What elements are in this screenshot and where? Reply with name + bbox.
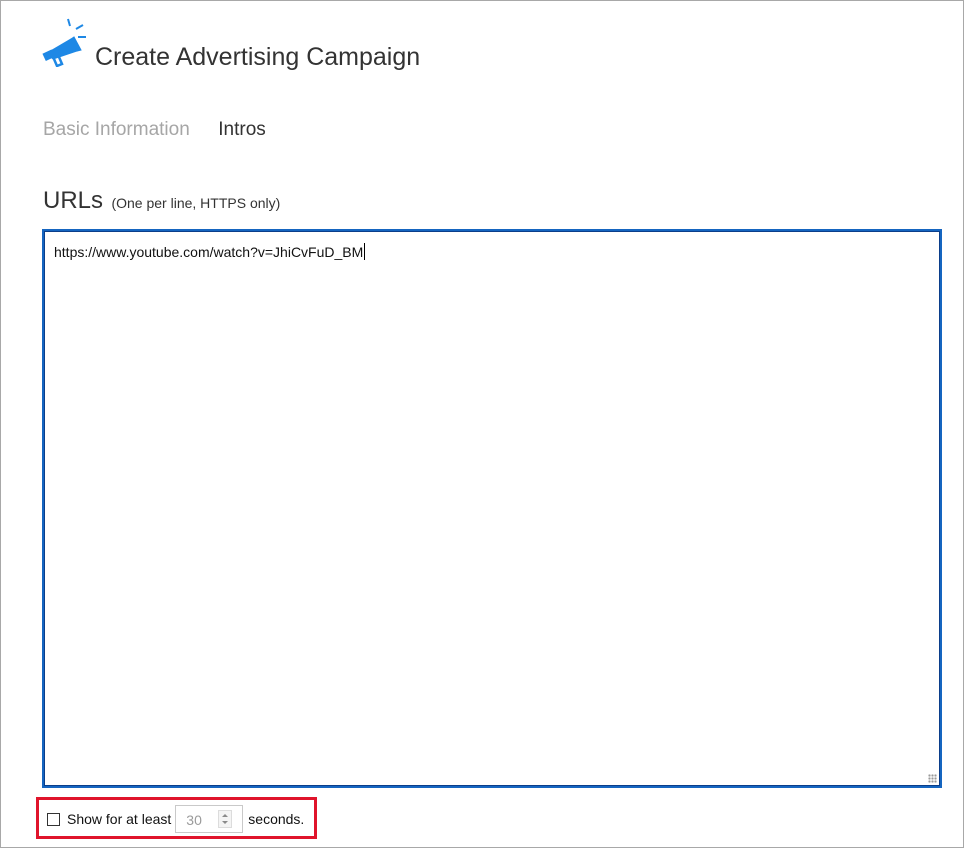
resize-grip-icon[interactable] xyxy=(928,774,937,783)
stepper-arrows[interactable] xyxy=(218,810,233,828)
urls-textarea-content: https://www.youtube.com/watch?v=JhiCvFuD… xyxy=(54,243,366,260)
urls-textarea[interactable]: https://www.youtube.com/watch?v=JhiCvFuD… xyxy=(42,229,942,788)
urls-heading: URLs xyxy=(43,187,104,214)
increment-arrow-icon[interactable] xyxy=(222,814,229,817)
seconds-stepper[interactable]: 30 xyxy=(175,805,244,833)
decrement-arrow-icon[interactable] xyxy=(222,821,229,824)
show-duration-checkbox[interactable] xyxy=(47,812,60,826)
tab-intros[interactable]: Intros xyxy=(218,119,266,141)
urls-hint: (One per line, HTTPS only) xyxy=(111,195,281,211)
tab-bar: Basic Information Intros xyxy=(43,119,290,141)
show-duration-row: Show for at least 30 seconds. xyxy=(47,804,304,834)
text-caret xyxy=(364,243,366,260)
show-duration-label[interactable]: Show for at least xyxy=(67,811,171,827)
url-line: https://www.youtube.com/watch?v=JhiCvFuD… xyxy=(54,244,364,260)
page-title: Create Advertising Campaign xyxy=(95,43,421,71)
tab-basic-information[interactable]: Basic Information xyxy=(43,119,190,141)
megaphone-icon xyxy=(42,18,86,67)
seconds-suffix: seconds. xyxy=(248,811,305,827)
campaign-window: Create Advertising Campaign Basic Inform… xyxy=(0,0,964,848)
urls-label: URLs (One per line, HTTPS only) xyxy=(43,187,280,215)
seconds-value: 30 xyxy=(186,812,202,828)
